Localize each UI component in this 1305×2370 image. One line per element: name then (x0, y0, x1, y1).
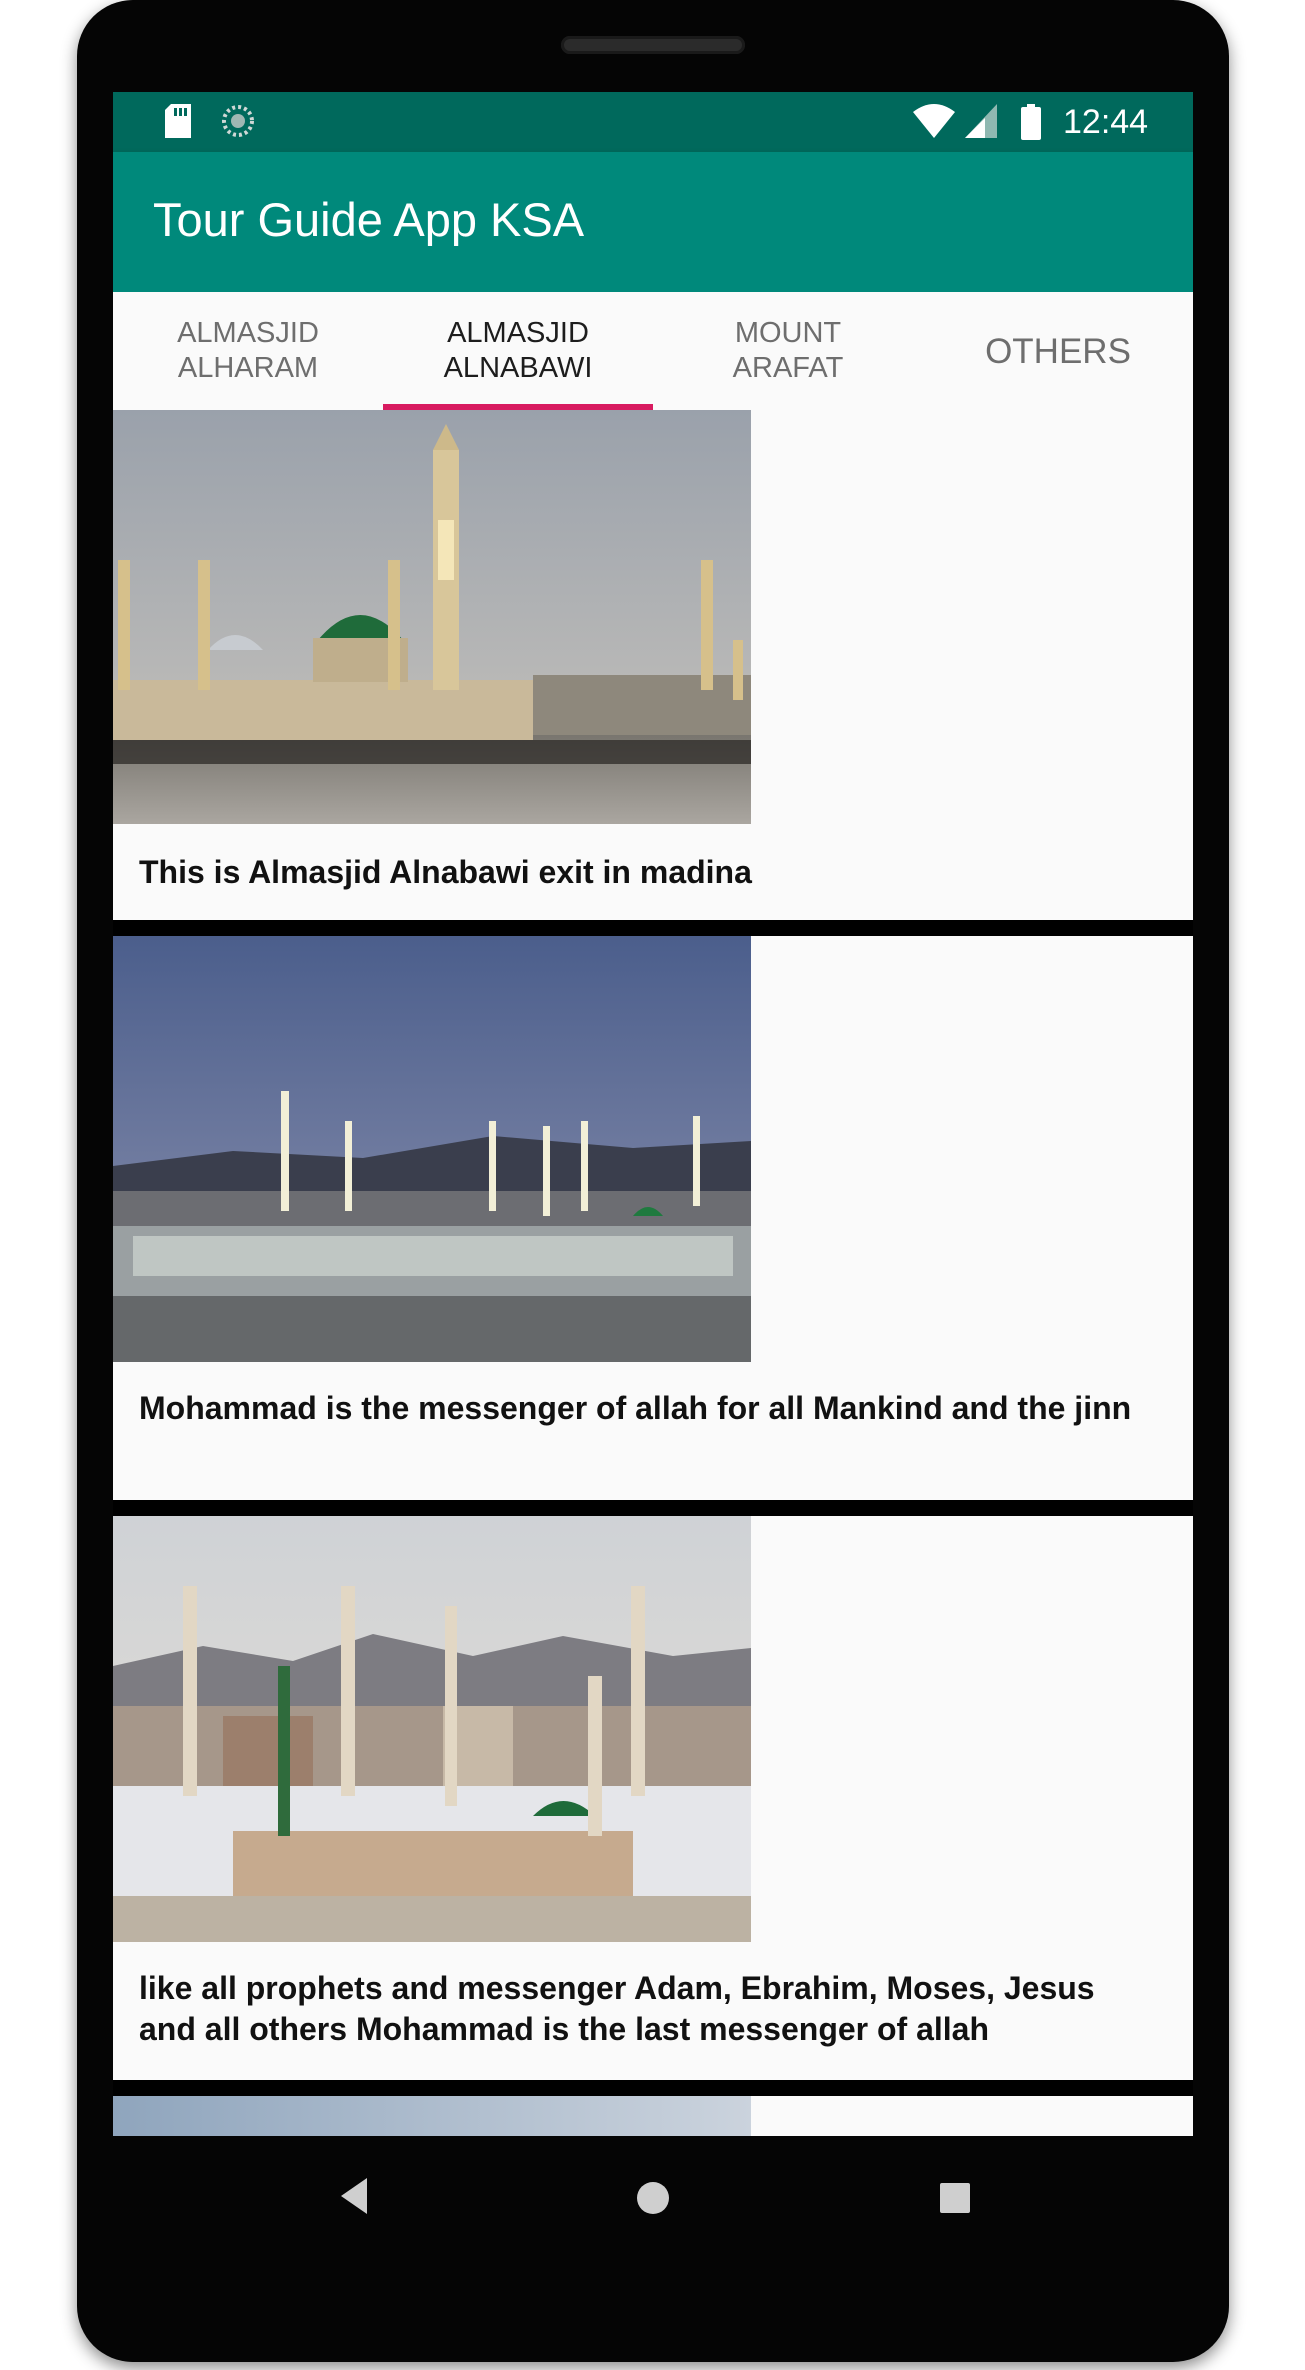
list-item[interactable]: Mohammad is the messenger of allah for a… (113, 936, 1193, 1500)
list-item-caption: This is Almasjid Alnabawi exit in madina (139, 854, 752, 890)
tab-label: OTHERS (985, 331, 1131, 371)
list-item[interactable]: like all prophets and messenger Adam, Eb… (113, 1516, 1193, 2080)
status-time: 12:44 (1063, 103, 1149, 141)
content-list[interactable]: This is Almasjid Alnabawi exit in madina (113, 410, 1193, 2136)
mosque-daylight-mountains-photo (113, 1516, 751, 1942)
recents-icon[interactable] (939, 2182, 971, 2214)
tab-bar: ALMASJID ALHARAM ALMASJID ALNABAWI MOUNT… (113, 292, 1193, 410)
battery-icon (1021, 104, 1041, 140)
phone-speaker (561, 36, 745, 54)
tab-label: MOUNT ARAFAT (732, 317, 844, 384)
device-screen: 12:44 Tour Guide App KSA ALMASJID ALHARA… (113, 92, 1193, 2136)
back-icon[interactable] (337, 2176, 371, 2216)
tab-almasjid-alharam[interactable]: ALMASJID ALHARAM (113, 292, 383, 410)
tab-label: ALMASJID ALNABAWI (443, 317, 593, 384)
mosque-dusk-photo (113, 410, 751, 824)
signal-icon (965, 104, 997, 138)
status-bar: 12:44 (113, 92, 1193, 152)
list-item-caption: Mohammad is the messenger of allah for a… (139, 1390, 1132, 1426)
phone-frame: 12:44 Tour Guide App KSA ALMASJID ALHARA… (77, 0, 1229, 2362)
tab-mount-arafat[interactable]: MOUNT ARAFAT (653, 292, 923, 410)
app-bar: Tour Guide App KSA (113, 152, 1193, 292)
partially-visible-photo (113, 2096, 751, 2136)
list-item-caption: like all prophets and messenger Adam, Eb… (139, 1970, 1095, 2047)
tab-label: ALMASJID ALHARAM (177, 317, 319, 384)
sync-icon (222, 105, 254, 137)
mosque-aerial-night-photo (113, 936, 751, 1362)
app-title: Tour Guide App KSA (153, 193, 585, 246)
tab-almasjid-alnabawi[interactable]: ALMASJID ALNABAWI (383, 292, 653, 410)
list-item[interactable]: This is Almasjid Alnabawi exit in madina (113, 410, 1193, 920)
wifi-icon (913, 104, 955, 138)
sd-card-icon (165, 104, 191, 138)
list-item[interactable] (113, 2096, 1193, 2136)
tab-others[interactable]: OTHERS (923, 292, 1193, 410)
home-icon[interactable] (635, 2180, 671, 2216)
